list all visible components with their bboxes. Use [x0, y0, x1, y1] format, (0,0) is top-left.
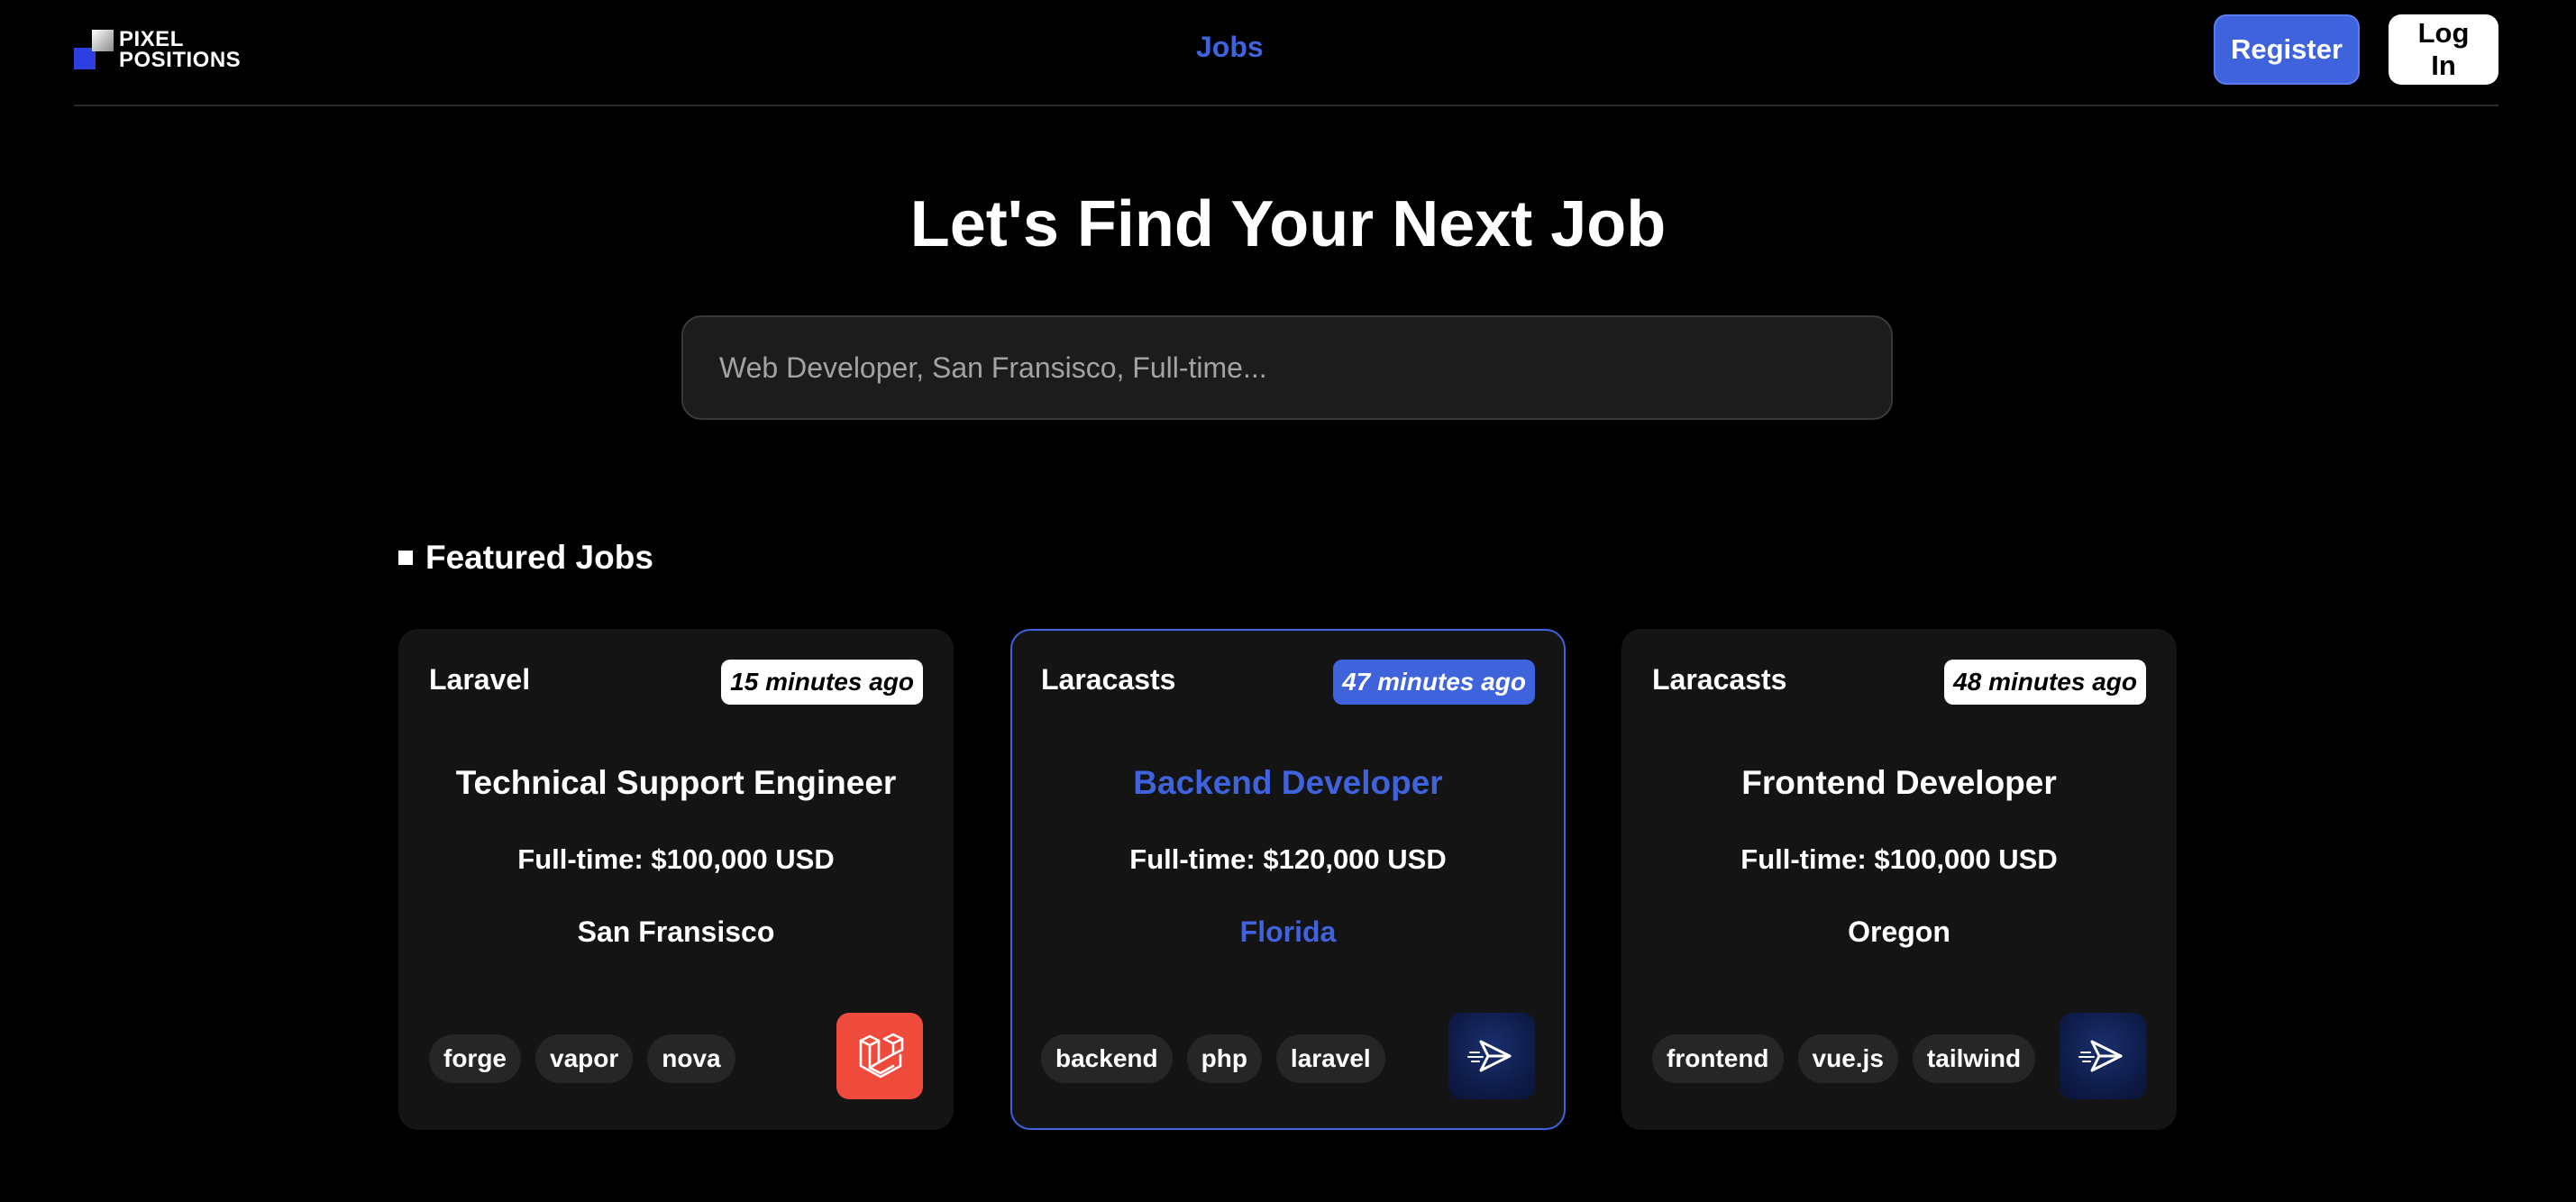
- page-title: Let's Find Your Next Job: [909, 188, 1667, 260]
- job-title-link[interactable]: Technical Support Engineer: [400, 764, 952, 802]
- nav-link-jobs[interactable]: Jobs: [1196, 31, 1264, 64]
- job-tags: forge vapor nova: [429, 1034, 735, 1083]
- tag-php[interactable]: php: [1186, 1034, 1262, 1083]
- job-location: San Fransisco: [577, 915, 775, 948]
- login-button[interactable]: Log In: [2389, 14, 2498, 85]
- job-card[interactable]: Laravel 15 minutes ago Technical Support…: [398, 629, 954, 1130]
- square-bullet-icon: [398, 551, 413, 565]
- register-button[interactable]: Register: [2214, 14, 2360, 85]
- job-location: Florida: [1239, 915, 1337, 948]
- job-title-link[interactable]: Frontend Developer: [1623, 764, 2175, 802]
- job-salary: Full-time: $100,000 USD: [1740, 843, 2058, 875]
- job-posted-badge: 15 minutes ago: [721, 660, 923, 705]
- featured-jobs-heading: Featured Jobs: [398, 539, 653, 577]
- job-tags: backend php laravel: [1041, 1034, 1385, 1083]
- job-posted-badge: 47 minutes ago: [1333, 660, 1535, 705]
- job-search-input[interactable]: [681, 315, 1893, 420]
- logo-line-1: PIXEL: [119, 27, 184, 51]
- logo-mark-icon: [74, 30, 114, 69]
- job-employer: Laravel: [429, 663, 531, 696]
- laracasts-logo-icon: [2060, 1013, 2146, 1099]
- featured-jobs-title: Featured Jobs: [425, 539, 653, 576]
- job-employer: Laracasts: [1652, 663, 1787, 696]
- job-tags: frontend vue.js tailwind: [1652, 1034, 2036, 1083]
- job-employer: Laracasts: [1041, 663, 1176, 696]
- job-salary: Full-time: $100,000 USD: [517, 843, 835, 875]
- auth-buttons: Register Log In: [2214, 14, 2498, 85]
- logo-line-2: POSITIONS: [119, 48, 242, 72]
- tag-nova[interactable]: nova: [647, 1034, 735, 1083]
- tag-forge[interactable]: forge: [429, 1034, 521, 1083]
- pixel-positions-logo[interactable]: PIXEL POSITIONS: [74, 27, 241, 72]
- job-salary: Full-time: $120,000 USD: [1129, 843, 1447, 875]
- top-navbar: PIXEL POSITIONS Jobs Register Log In: [74, 0, 2498, 106]
- job-title-link[interactable]: Backend Developer: [1012, 764, 1564, 802]
- logo-wordmark: PIXEL POSITIONS: [119, 27, 242, 72]
- job-posted-badge: 48 minutes ago: [1944, 660, 2146, 705]
- tag-frontend[interactable]: frontend: [1652, 1034, 1784, 1083]
- laracasts-logo-icon: [1448, 1013, 1535, 1099]
- tag-backend[interactable]: backend: [1041, 1034, 1173, 1083]
- laravel-logo-icon: [836, 1013, 923, 1099]
- tag-vuejs[interactable]: vue.js: [1797, 1034, 1898, 1083]
- job-card[interactable]: Laracasts 48 minutes ago Frontend Develo…: [1621, 629, 2177, 1130]
- job-card-highlighted[interactable]: Laracasts 47 minutes ago Backend Develop…: [1010, 629, 1566, 1130]
- tag-vapor[interactable]: vapor: [535, 1034, 634, 1083]
- job-location: Oregon: [1848, 915, 1950, 948]
- tag-tailwind[interactable]: tailwind: [1912, 1034, 2036, 1083]
- tag-laravel[interactable]: laravel: [1275, 1034, 1385, 1083]
